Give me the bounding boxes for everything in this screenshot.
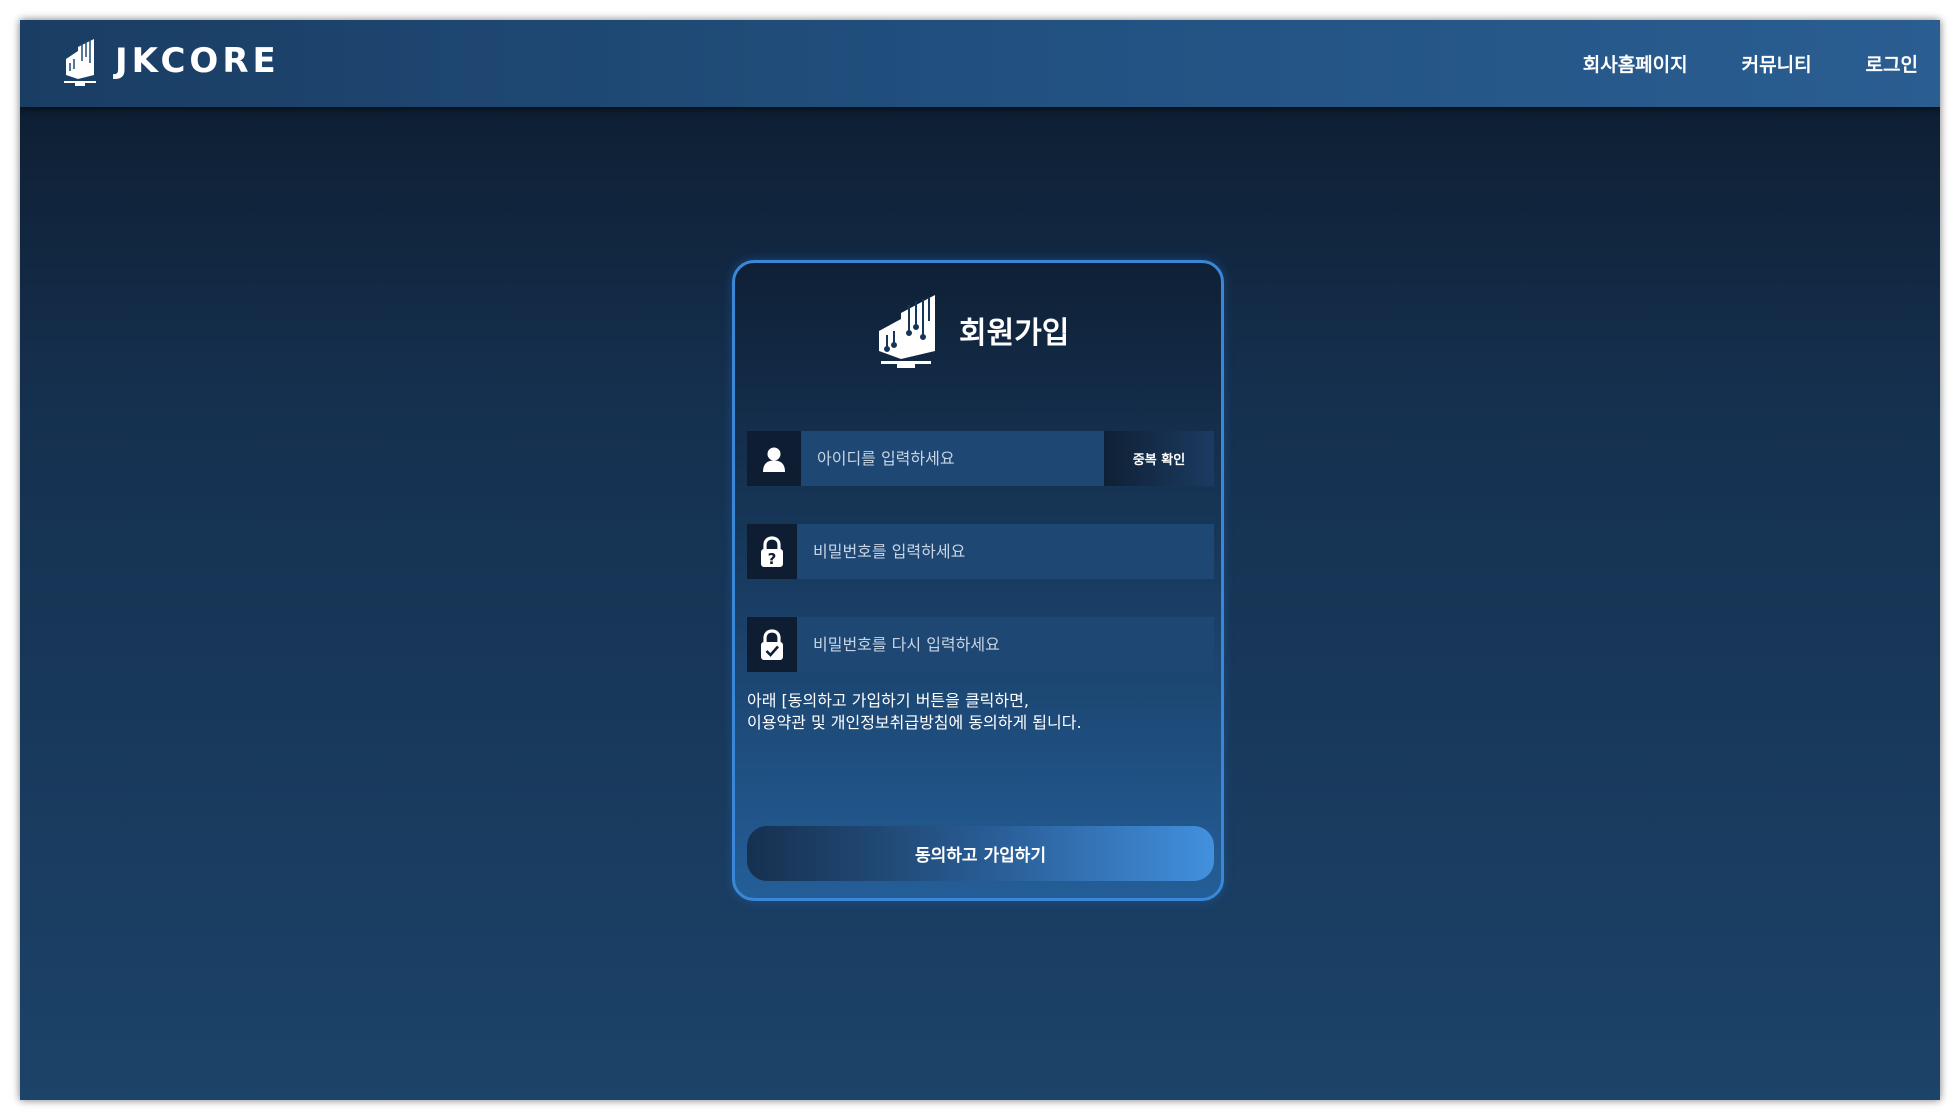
lock-check-icon xyxy=(747,617,797,672)
building-logo-icon xyxy=(64,39,96,86)
nav-login[interactable]: 로그인 xyxy=(1866,50,1918,77)
terms-notice: 아래 [동의하고 가입하기 버튼을 클릭하면, 이용약관 및 개인정보취급방침에… xyxy=(747,690,1217,734)
password-field-group: ? xyxy=(747,524,1214,579)
signup-header: 회원가입 xyxy=(875,291,1069,369)
signup-card: 회원가입 중복 확인 ? xyxy=(732,260,1224,901)
nav-company-homepage[interactable]: 회사홈페이지 xyxy=(1583,50,1688,77)
id-input[interactable] xyxy=(801,431,1104,486)
password-confirm-input[interactable] xyxy=(797,617,1214,672)
top-header: JKCORE 회사홈페이지 커뮤니티 로그인 xyxy=(20,20,1940,107)
building-logo-icon xyxy=(879,295,935,368)
logo-text: JKCORE xyxy=(115,41,280,81)
signup-title: 회원가입 xyxy=(959,316,1070,351)
svg-text:?: ? xyxy=(768,550,777,568)
terms-notice-line2: 이용약관 및 개인정보취급방침에 동의하게 됩니다. xyxy=(747,713,1082,732)
logo[interactable]: JKCORE xyxy=(60,35,280,87)
terms-notice-line1: 아래 [동의하고 가입하기 버튼을 클릭하면, xyxy=(747,691,1029,710)
password-input[interactable] xyxy=(797,524,1214,579)
id-field-group: 중복 확인 xyxy=(747,431,1214,486)
duplicate-check-button[interactable]: 중복 확인 xyxy=(1104,431,1214,486)
nav-community[interactable]: 커뮤니티 xyxy=(1742,50,1812,77)
user-icon xyxy=(747,431,801,486)
password-confirm-field-group xyxy=(747,617,1214,672)
top-nav: 회사홈페이지 커뮤니티 로그인 xyxy=(1583,50,1918,77)
app-window: JKCORE 회사홈페이지 커뮤니티 로그인 회원가입 아이디를 입력하세요 중… xyxy=(20,20,1940,1100)
agree-and-signup-button[interactable]: 동의하고 가입하기 xyxy=(747,826,1214,881)
lock-question-icon: ? xyxy=(747,524,797,579)
